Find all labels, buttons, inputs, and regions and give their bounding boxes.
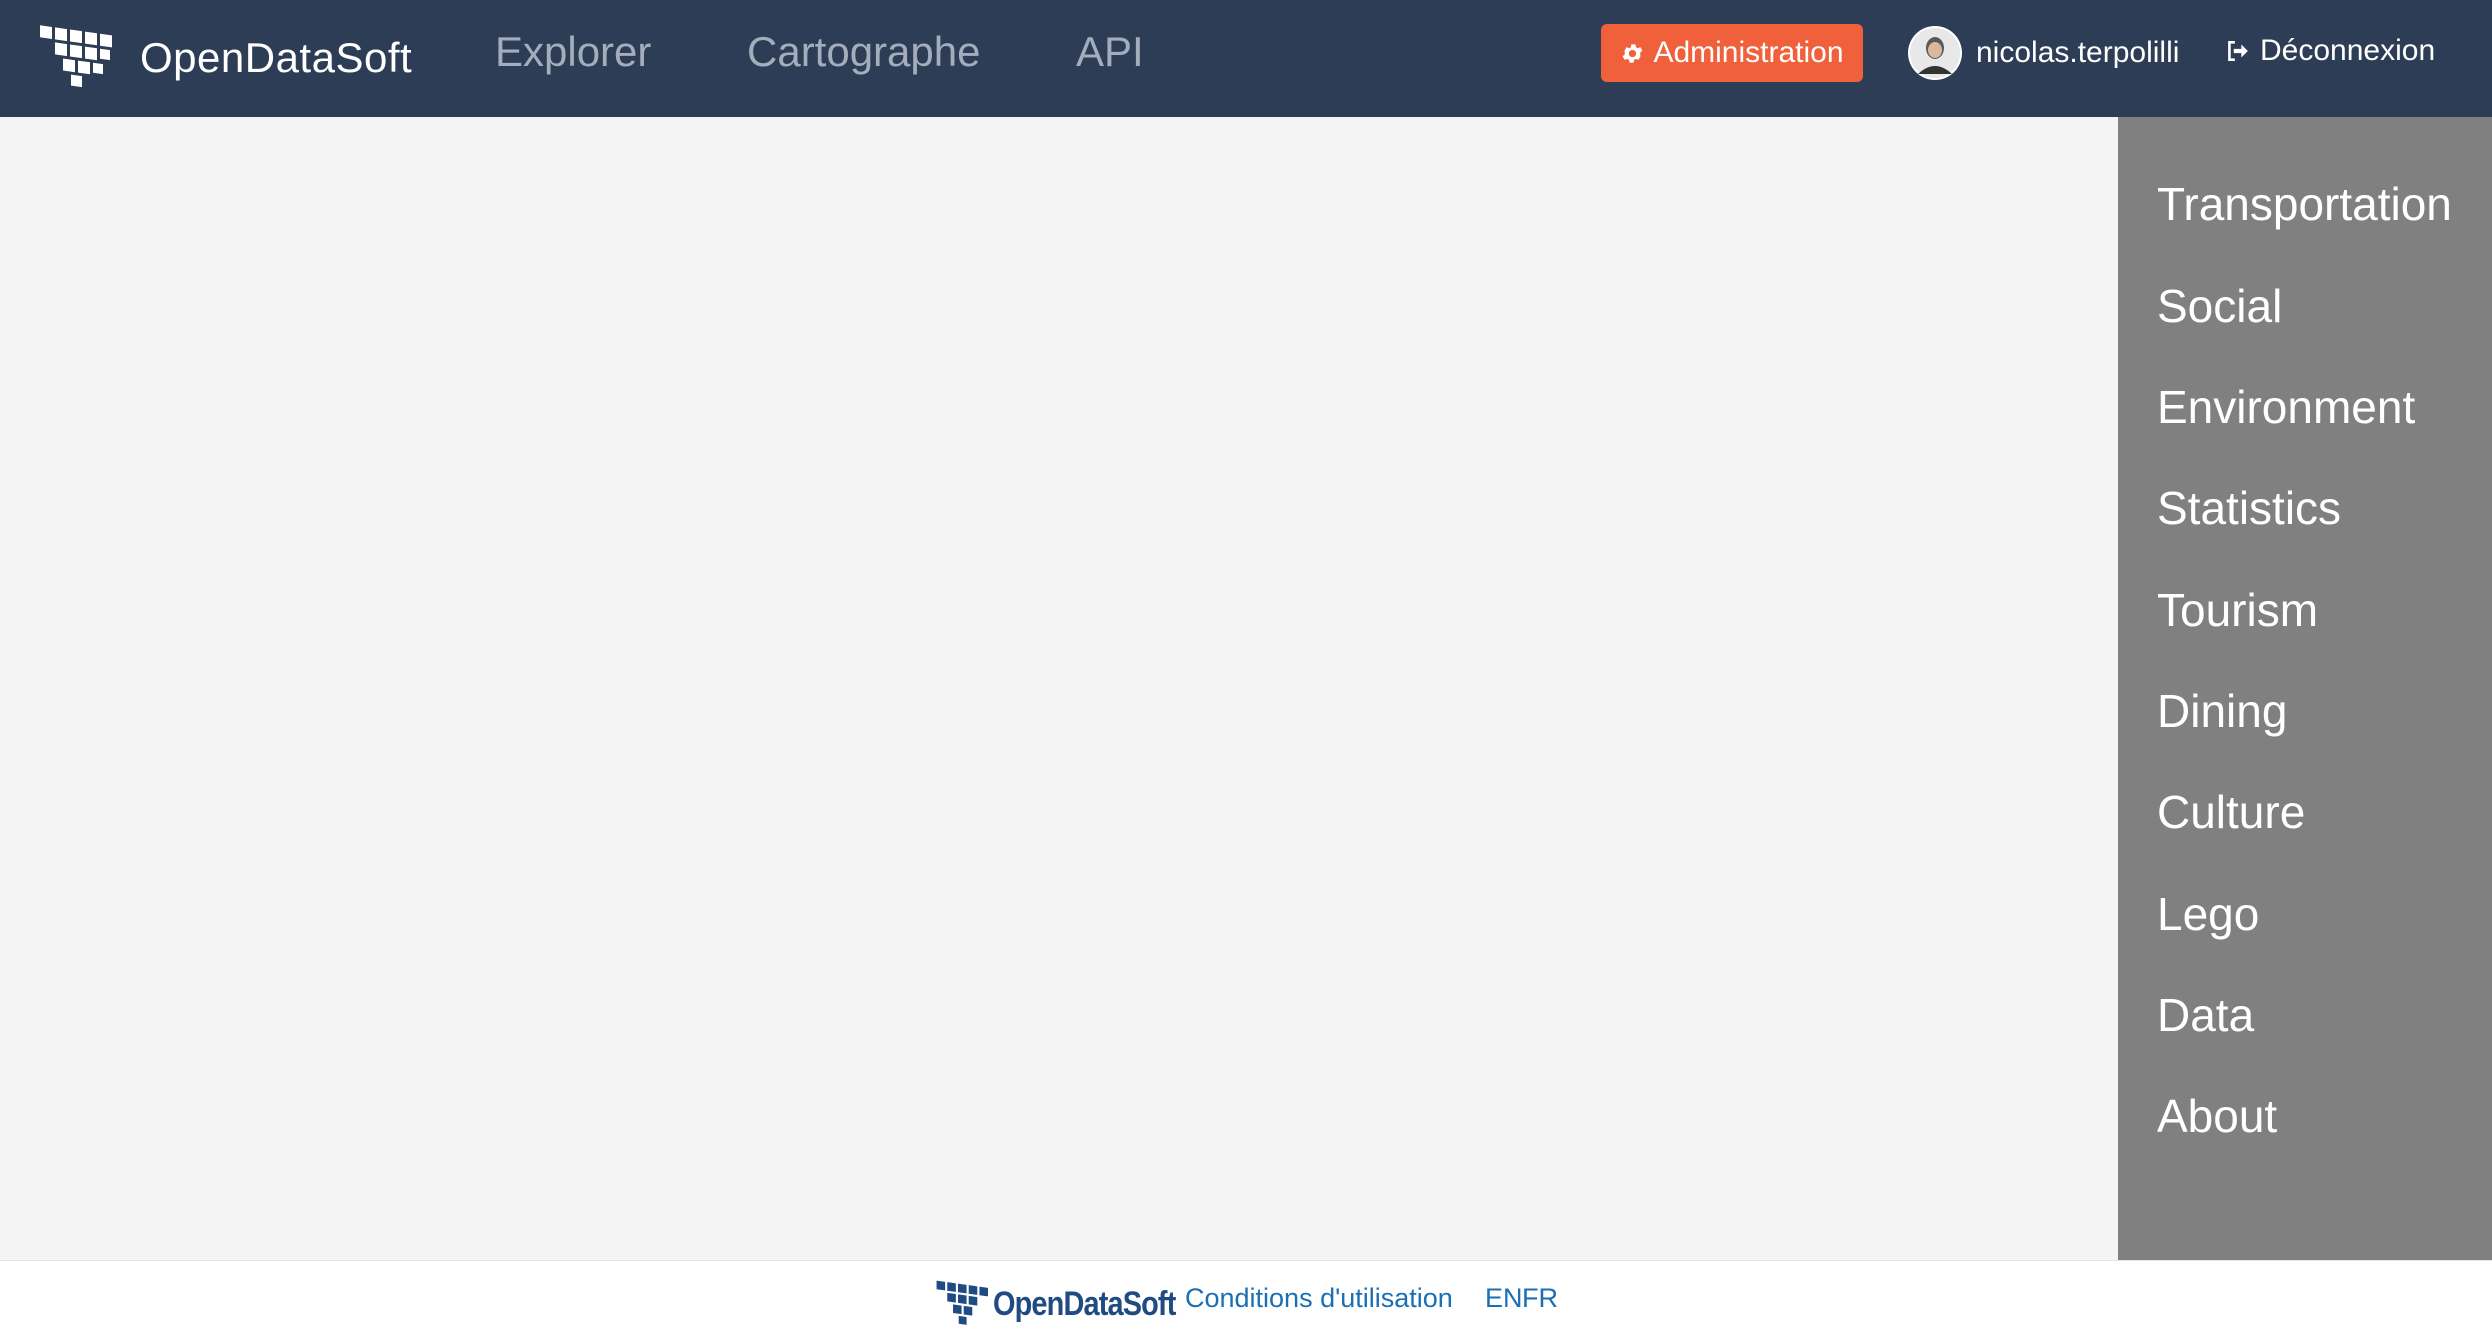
main-content-area (0, 117, 2118, 1260)
avatar (1908, 26, 1962, 80)
logout-label: Déconnexion (2260, 34, 2436, 67)
user-menu[interactable]: nicolas.terpolilli (1908, 26, 2179, 80)
brand-home-link[interactable]: OpenDataSoft (38, 23, 412, 93)
footer-logo-link[interactable]: OpenDataSoft (935, 1279, 1208, 1329)
menu-item-data[interactable]: Data (2157, 988, 2254, 1042)
language-fr-link[interactable]: FR (1522, 1283, 1558, 1314)
menu-item-social[interactable]: Social (2157, 279, 2282, 333)
menu-item-lego[interactable]: Lego (2157, 887, 2259, 941)
menu-item-culture[interactable]: Culture (2157, 785, 2305, 839)
administration-button[interactable]: Administration (1601, 24, 1863, 82)
nav-cartographe[interactable]: Cartographe (747, 28, 980, 76)
username: nicolas.terpolilli (1976, 36, 2180, 69)
opendatasoft-logo-icon (40, 25, 112, 88)
nav-explorer[interactable]: Explorer (495, 28, 651, 76)
footer: OpenDataSoft Conditions d'utilisation EN… (0, 1260, 2492, 1340)
top-navbar: OpenDataSoft Explorer Cartographe API Ad… (0, 0, 2492, 117)
terms-link[interactable]: Conditions d'utilisation (1185, 1283, 1453, 1314)
logout-button[interactable]: Déconnexion (2224, 34, 2435, 68)
language-en-link[interactable]: EN (1485, 1283, 1523, 1314)
menu-item-tourism[interactable]: Tourism (2157, 583, 2318, 637)
menu-item-statistics[interactable]: Statistics (2157, 481, 2341, 535)
menu-item-environment[interactable]: Environment (2157, 380, 2415, 434)
menu-item-about[interactable]: About (2157, 1089, 2277, 1143)
menu-item-dining[interactable]: Dining (2157, 684, 2287, 738)
footer-logo-text: OpenDataSoft (993, 1284, 1176, 1323)
category-side-menu: Transportation Social Environment Statis… (2118, 117, 2492, 1260)
menu-item-transportation[interactable]: Transportation (2157, 177, 2452, 231)
opendatasoft-logo-icon (936, 1280, 988, 1325)
logout-icon (2228, 41, 2248, 61)
gear-icon (1623, 43, 1643, 63)
brand-name: OpenDataSoft (140, 34, 413, 81)
nav-api[interactable]: API (1076, 28, 1144, 76)
administration-label: Administration (1653, 36, 1844, 69)
